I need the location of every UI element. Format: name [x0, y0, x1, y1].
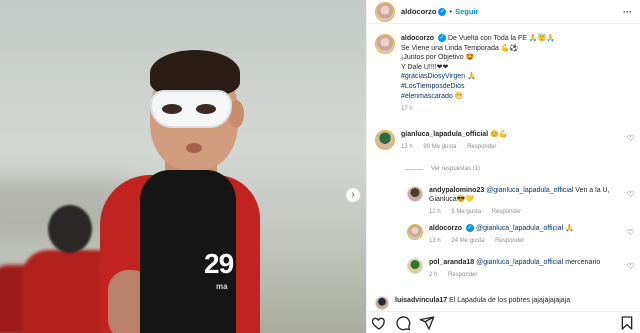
caption-line: ¡Juntos por Objetivo 🤩: [401, 54, 475, 62]
comment-timestamp[interactable]: 13 h: [401, 144, 413, 150]
hashtag-link[interactable]: #elenmascarado 😁: [401, 92, 555, 102]
comment-text: 🙏: [565, 225, 574, 232]
avatar[interactable]: [407, 224, 423, 240]
verified-badge-icon: ✓: [438, 7, 447, 16]
reply-button[interactable]: Responder: [495, 238, 524, 244]
comment-text: 😊💪: [490, 131, 508, 138]
comment-timestamp[interactable]: 12 h: [429, 209, 441, 215]
comment-username[interactable]: luisadvincula17: [395, 297, 447, 304]
reply-comment: aldocorzo ✓ @gianluca_lapadula_official …: [407, 224, 574, 246]
view-replies-toggle[interactable]: Ver respuestas (1): [405, 166, 480, 172]
avatar[interactable]: [375, 296, 389, 310]
verified-badge-icon: ✓: [438, 34, 447, 43]
post-action-bar: [367, 311, 640, 333]
view-replies-label[interactable]: Ver respuestas (1): [431, 166, 480, 172]
caption-body: aldocorzo ✓ De Vuelta con Toda la FE 🙏😇🙏…: [401, 34, 555, 115]
heart-icon[interactable]: ♡: [627, 228, 634, 237]
mention-link[interactable]: @gianluca_lapadula_official: [486, 187, 573, 194]
comment-username[interactable]: pol_aranda18: [429, 259, 474, 266]
avatar[interactable]: [375, 1, 395, 22]
comment: luisadvincula17 El Lapadula de los pobre…: [375, 296, 570, 310]
comment-username[interactable]: aldocorzo: [429, 225, 462, 232]
comment-text: mercenario: [565, 259, 601, 266]
avatar[interactable]: [375, 130, 395, 150]
reply-comment: andypalomino23 @gianluca_lapadula_offici…: [407, 186, 619, 217]
player-mouth: [186, 143, 202, 153]
hashtag-link[interactable]: #LosTiemposdeDios: [401, 82, 555, 92]
jersey-brand: ma: [216, 282, 228, 291]
avatar[interactable]: [375, 34, 395, 54]
reply-button[interactable]: Responder: [492, 209, 521, 215]
comment-timestamp[interactable]: 13 h: [429, 238, 441, 244]
avatar[interactable]: [407, 258, 423, 274]
comment-body: andypalomino23 @gianluca_lapadula_offici…: [429, 186, 619, 217]
mention-link[interactable]: @gianluca_lapadula_official: [476, 259, 563, 266]
comment-text: El Lapadula de los pobres jajajajajajaja: [449, 297, 571, 304]
comment-body: luisadvincula17 El Lapadula de los pobre…: [395, 296, 570, 310]
reply-comment: pol_aranda18 @gianluca_lapadula_official…: [407, 258, 600, 280]
jersey-number: 29: [204, 248, 234, 279]
heart-icon[interactable]: ♡: [627, 262, 634, 271]
caption-timestamp[interactable]: 17 h: [401, 105, 555, 115]
comment-icon[interactable]: [395, 315, 411, 331]
reply-button[interactable]: Responder: [467, 144, 496, 150]
comment-username[interactable]: andypalomino23: [429, 187, 484, 194]
chevron-right-icon[interactable]: ›: [346, 188, 360, 202]
eye-left: [162, 104, 182, 114]
caption-line: De Vuelta con Toda la FE 🙏😇🙏: [447, 35, 556, 42]
post-side-panel: aldocorzo ✓ • Seguir ··· aldocorzo ✓ De …: [366, 0, 640, 333]
background-player-head: [48, 205, 92, 253]
comment-body: aldocorzo ✓ @gianluca_lapadula_official …: [429, 224, 574, 246]
mention-link[interactable]: @gianluca_lapadula_official: [476, 225, 563, 232]
post-caption: aldocorzo ✓ De Vuelta con Toda la FE 🙏😇🙏…: [375, 34, 555, 115]
comment-username[interactable]: gianluca_lapadula_official: [401, 131, 488, 138]
bookmark-icon[interactable]: [619, 315, 635, 331]
heart-icon[interactable]: ♡: [627, 134, 634, 143]
replies-divider: [405, 168, 423, 170]
avatar[interactable]: [407, 186, 423, 202]
heart-icon[interactable]: ♡: [627, 190, 634, 199]
comment: gianluca_lapadula_official 😊💪 13 h 90 Me…: [375, 130, 508, 152]
caption-username[interactable]: aldocorzo: [401, 35, 434, 42]
face-mask: [150, 90, 232, 128]
comment-likes[interactable]: 90 Me gusta: [423, 144, 456, 150]
separator-dot: •: [449, 7, 453, 16]
comment-body: pol_aranda18 @gianluca_lapadula_official…: [429, 258, 600, 280]
caption-line: Se Viene una Linda Temporada 💪⚽: [401, 44, 519, 52]
caption-line: Y Dale U!!!!❤❤: [401, 63, 449, 71]
comment-body: gianluca_lapadula_official 😊💪 13 h 90 Me…: [401, 130, 508, 152]
author-username[interactable]: aldocorzo: [401, 7, 436, 16]
comment-timestamp[interactable]: 2 h: [429, 272, 437, 278]
training-bib: 29 ma: [140, 170, 236, 333]
eye-right: [196, 104, 216, 114]
comment-likes[interactable]: 5 Me gusta: [451, 209, 481, 215]
verified-badge-icon: ✓: [466, 224, 475, 233]
hashtag-link[interactable]: #graciasDiosyVirgen 🙏: [401, 72, 555, 82]
reply-button[interactable]: Responder: [448, 272, 477, 278]
comment-likes[interactable]: 24 Me gusta: [451, 238, 484, 244]
more-horizontal-icon[interactable]: ···: [623, 7, 632, 17]
follow-button[interactable]: Seguir: [455, 7, 478, 16]
post-photo[interactable]: 29 ma ›: [0, 0, 366, 333]
heart-icon[interactable]: [371, 315, 387, 331]
post-header: aldocorzo ✓ • Seguir ···: [367, 0, 640, 24]
share-icon[interactable]: [419, 315, 435, 331]
